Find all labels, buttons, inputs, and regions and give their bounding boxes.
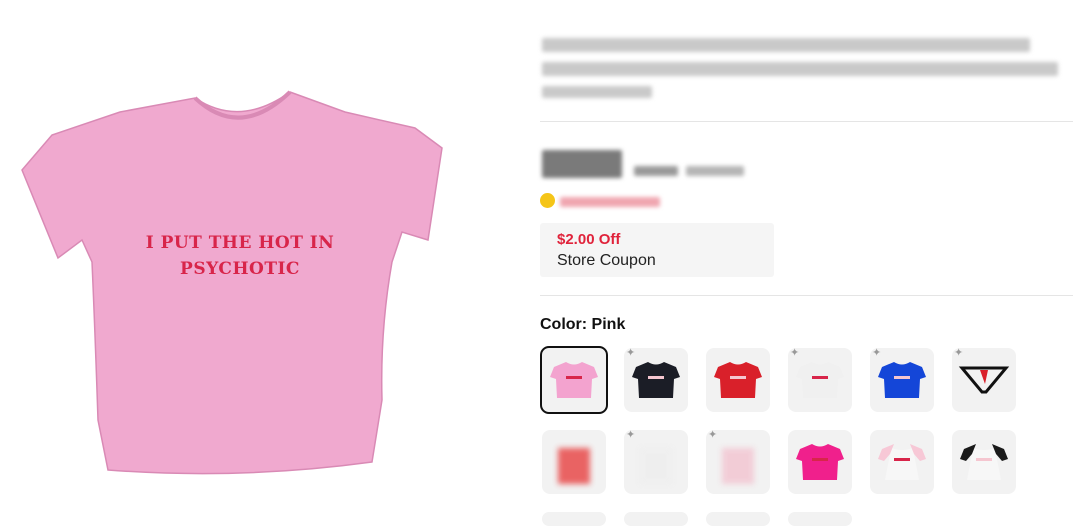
divider xyxy=(540,295,1073,296)
redacted-points xyxy=(560,197,660,207)
sparkle-icon: ✦ xyxy=(626,429,636,441)
swatch-shirt-icon xyxy=(878,444,926,480)
coupon-amount: $2.00 Off xyxy=(557,231,621,248)
swatch-shirt-icon xyxy=(960,444,1008,480)
color-swatch[interactable] xyxy=(706,512,770,526)
redacted-title-line-3 xyxy=(542,86,652,98)
swatch-shirt-icon xyxy=(550,362,598,398)
coupon-label: Store Coupon xyxy=(557,252,656,269)
color-swatch[interactable] xyxy=(788,512,852,526)
shirt-print-line-1: I PUT THE HOT IN xyxy=(145,233,335,253)
swatch-shirt-icon xyxy=(796,444,844,480)
color-swatch[interactable] xyxy=(706,348,770,412)
color-swatch[interactable] xyxy=(624,512,688,526)
color-label: Color: Pink xyxy=(540,316,626,333)
color-swatch[interactable] xyxy=(788,430,852,494)
sparkle-icon: ✦ xyxy=(626,347,636,359)
shirt-print-text: I PUT THE HOT IN PSYCHOTIC xyxy=(120,230,360,282)
sparkle-icon: ✦ xyxy=(790,347,800,359)
sparkle-icon: ✦ xyxy=(708,429,718,441)
redacted-title-line-2 xyxy=(542,62,1058,76)
sparkle-icon: ✦ xyxy=(954,347,964,359)
redacted-title-line-1 xyxy=(542,38,1030,52)
color-swatch[interactable] xyxy=(870,430,934,494)
coin-icon xyxy=(540,193,555,208)
color-swatch[interactable] xyxy=(540,346,608,414)
color-swatch[interactable] xyxy=(542,512,606,526)
color-swatch[interactable] xyxy=(542,430,606,494)
color-swatch[interactable] xyxy=(952,430,1016,494)
swatch-shirt-icon xyxy=(558,448,590,484)
redacted-price-original xyxy=(634,166,678,176)
product-image[interactable]: I PUT THE HOT IN PSYCHOTIC xyxy=(0,0,490,526)
divider xyxy=(540,121,1073,122)
sparkle-icon: ✦ xyxy=(872,347,882,359)
shirt-print-line-2: PSYCHOTIC xyxy=(180,259,300,279)
product-details: $2.00 Off Store Coupon Color: Pink ✦ ✦ ✦ ✦ ✦… xyxy=(540,0,1075,526)
redacted-price xyxy=(542,150,622,178)
swatch-shirt-icon xyxy=(714,362,762,398)
redacted-price-note xyxy=(686,166,744,176)
store-coupon[interactable]: $2.00 Off Store Coupon xyxy=(540,223,774,277)
